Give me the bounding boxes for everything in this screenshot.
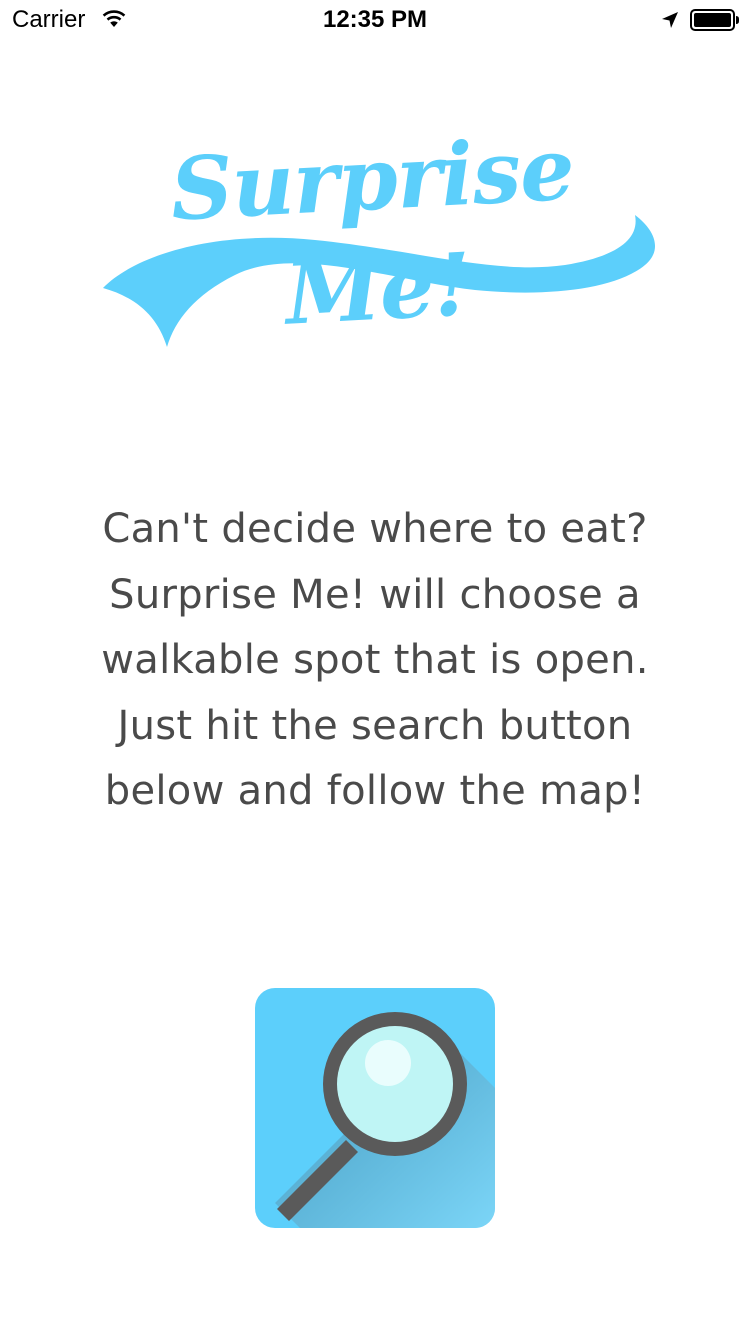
description-line: Just hit the search button [117, 702, 633, 749]
description-line: Surprise Me! will choose a [109, 571, 641, 618]
magnifying-glass-icon [275, 1012, 495, 1228]
description-line: walkable spot that is open. [101, 637, 649, 683]
search-button[interactable] [255, 988, 495, 1228]
battery-icon [690, 9, 740, 31]
logo-text: Surprise Me! [168, 118, 577, 345]
app-logo: Surprise Me! [95, 119, 665, 350]
description-line: Can't decide where to eat? [102, 506, 648, 552]
status-bar: Carrier 12:35 PM [0, 0, 750, 40]
location-arrow-icon [660, 10, 680, 30]
status-time: 12:35 PM [322, 6, 428, 33]
description-line: below and follow the map! [104, 768, 646, 814]
intro-description: Can't decide where to eat? Surprise Me! … [40, 497, 710, 825]
